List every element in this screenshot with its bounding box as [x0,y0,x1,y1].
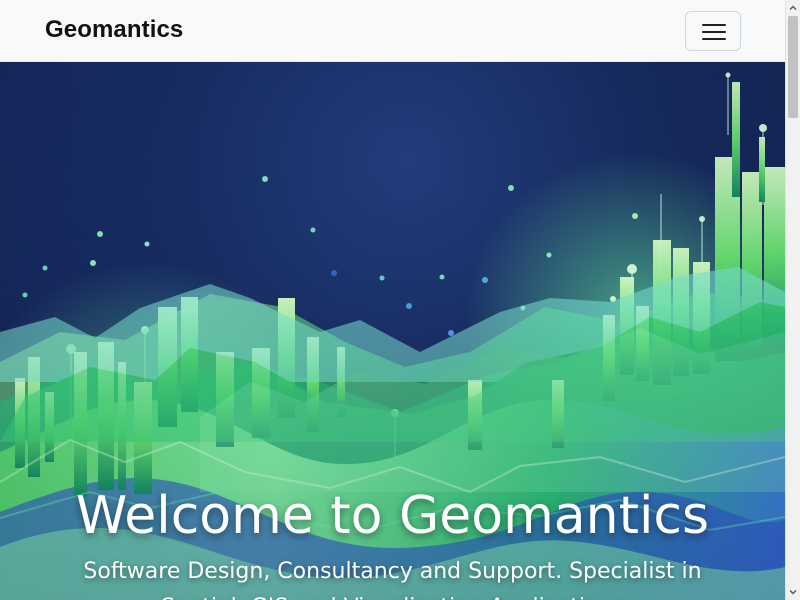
vertical-scrollbar[interactable] [785,0,800,600]
chevron-up-icon[interactable] [789,4,797,12]
top-navbar: Geomantics [0,0,785,62]
scroll-thumb[interactable] [788,16,798,118]
hero-subtitle: Software Design, Consultancy and Support… [83,559,702,600]
chevron-down-icon[interactable] [789,588,797,596]
hero-title: Welcome to Geomantics [75,485,710,546]
page: Geomantics Welcome to Geomantics Softwar… [0,0,800,600]
hero-section: Welcome to Geomantics Software Design, C… [0,62,785,600]
menu-toggle-button[interactable] [685,11,741,51]
hamburger-icon [702,24,726,40]
brand-link[interactable]: Geomantics [45,15,183,45]
